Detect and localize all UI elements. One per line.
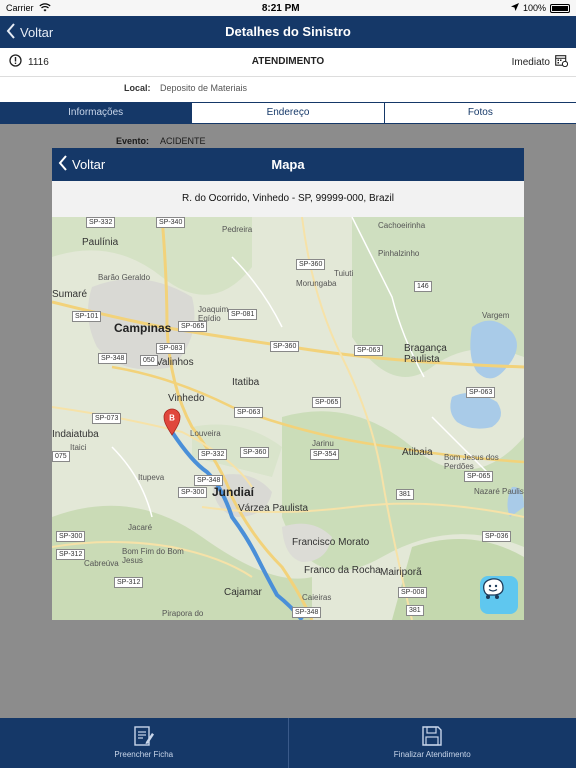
highway-shield: 381 (396, 489, 414, 500)
highway-shield: SP-081 (228, 309, 258, 320)
page-title: Detalhes do Sinistro (225, 24, 351, 39)
fill-form-button[interactable]: Preencher Ficha (0, 718, 289, 768)
highway-shield: SP-360 (296, 259, 326, 270)
tab-fotos[interactable]: Fotos (383, 103, 576, 123)
save-icon (421, 725, 443, 749)
map-city-label: Itupeva (138, 473, 165, 482)
claim-header: 1116 ATENDIMENTO Imediato (0, 48, 576, 77)
map-city-label: Pedreira (222, 225, 253, 234)
highway-shield: SP-348 (292, 607, 322, 618)
map-view[interactable]: B Campinas Paulínia Valinhos Vinhedo Ita… (52, 217, 524, 620)
tab-endereco[interactable]: Endereço (191, 103, 384, 123)
map-modal: Voltar Mapa R. do Ocorrido, Vinhedo - SP… (52, 148, 524, 620)
highway-shield: SP-332 (86, 217, 116, 228)
wifi-icon (38, 2, 51, 14)
map-city-label: Bragança Paulista (404, 343, 447, 365)
map-city-label: Cabreúva (84, 559, 119, 568)
highway-shield: 381 (406, 605, 424, 616)
highway-shield: SP-332 (198, 449, 228, 460)
map-city-label: Pinhalzinho (378, 249, 420, 258)
map-city-label: Cachoeirinha (378, 221, 426, 230)
map-city-label: Louveira (190, 429, 221, 438)
map-city-label: Itaici (70, 443, 87, 452)
map-city-label: Atibaia (402, 447, 433, 458)
map-city-label: Itatiba (232, 377, 260, 388)
clock: 8:21 PM (261, 2, 300, 14)
map-city-label: Cajamar (224, 587, 262, 598)
map-city-label: Barão Geraldo (98, 273, 151, 282)
map-city-label: Campinas (114, 321, 172, 335)
map-city-label: Morungaba (296, 279, 337, 288)
map-city-label: Bom Jesus dos Perdões (444, 453, 499, 471)
finish-service-button[interactable]: Finalizar Atendimento (289, 718, 576, 768)
highway-shield: SP-360 (240, 447, 270, 458)
highway-shield: 050 (140, 355, 158, 366)
map-city-label: Mairiporã (380, 567, 422, 578)
modal-header: Voltar Mapa (52, 148, 524, 181)
status-bar: Carrier 8:21 PM 100% (0, 0, 576, 16)
local-row: Local: Deposito de Materiais (0, 76, 576, 100)
waze-button[interactable] (480, 576, 518, 614)
map-city-label: Paulínia (82, 237, 119, 248)
battery-percent: 100% (522, 3, 546, 13)
edit-document-icon (133, 725, 155, 749)
calendar-clock-icon (555, 54, 569, 70)
highway-shield: SP-300 (56, 531, 86, 542)
map-city-label: Jarinu (312, 439, 334, 448)
local-label: Local: (124, 83, 151, 93)
highway-shield: SP-360 (270, 341, 300, 352)
highway-shield: SP-083 (156, 343, 186, 354)
highway-shield: SP-065 (178, 321, 208, 332)
svg-text:B: B (169, 414, 175, 423)
highway-shield: SP-340 (156, 217, 186, 228)
local-value: Deposito de Materiais (160, 83, 248, 93)
map-city-label: Tuiuti (334, 269, 354, 278)
highway-shield: SP-063 (354, 345, 384, 356)
location-arrow-icon (510, 3, 519, 13)
highway-shield: SP-348 (98, 353, 128, 364)
map-city-label: Bom Fim do Bom Jesus (122, 547, 184, 565)
map-city-label: Nazaré Paulista (474, 487, 524, 496)
tab-informacoes[interactable]: Informações (0, 103, 192, 123)
bottom-toolbar: Preencher Ficha Finalizar Atendimento (0, 718, 576, 768)
claim-status: ATENDIMENTO (251, 56, 325, 67)
map-city-label: Jundiaí (212, 485, 255, 499)
finish-service-label: Finalizar Atendimento (393, 750, 471, 759)
highway-shield: SP-312 (114, 577, 144, 588)
highway-shield: 075 (52, 451, 70, 462)
modal-title: Mapa (271, 157, 305, 172)
map-city-label: Sumaré (52, 289, 88, 300)
highway-shield: 146 (414, 281, 432, 292)
highway-shield: SP-065 (464, 471, 494, 482)
map-city-label: Francisco Morato (292, 537, 370, 548)
battery-icon (550, 3, 570, 13)
highway-shield: SP-073 (92, 413, 122, 424)
map-city-label: Jacaré (128, 523, 153, 532)
address-label: R. do Ocorrido, Vinhedo - SP, 99999-000,… (52, 181, 524, 217)
highway-shield: SP-348 (194, 475, 224, 486)
urgency-label: Imediato (511, 56, 550, 68)
map-city-label: Várzea Paulista (238, 503, 309, 514)
highway-shield: SP-036 (482, 531, 512, 542)
highway-shield: SP-063 (466, 387, 496, 398)
highway-shield: SP-101 (72, 311, 102, 322)
highway-shield: SP-312 (56, 549, 86, 560)
highway-shield: SP-008 (398, 587, 428, 598)
highway-shield: SP-300 (178, 487, 208, 498)
highway-shield: SP-065 (312, 397, 342, 408)
map-city-label: Pirapora do (162, 609, 204, 618)
navigation-bar: Voltar Detalhes do Sinistro (0, 16, 576, 48)
map-city-label: Franco da Rocha (304, 565, 381, 576)
map-city-label: Caieiras (302, 593, 332, 602)
map-city-label: Vinhedo (168, 393, 205, 404)
map-city-label: Indaiatuba (52, 429, 99, 440)
map-city-label: Valinhos (156, 357, 194, 368)
highway-shield: SP-354 (310, 449, 340, 460)
segmented-tabs: Informações Endereço Fotos (0, 102, 576, 124)
fill-form-label: Preencher Ficha (114, 750, 174, 759)
map-city-label: Vargem (482, 311, 510, 320)
highway-shield: SP-063 (234, 407, 264, 418)
carrier-label: Carrier (6, 3, 34, 13)
